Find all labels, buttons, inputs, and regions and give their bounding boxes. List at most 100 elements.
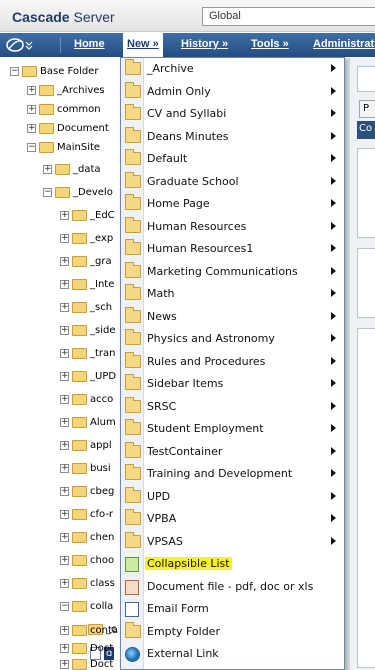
expand-icon[interactable]: + xyxy=(43,165,52,174)
tree-row[interactable]: + appl xyxy=(60,440,112,460)
menu-item-testcontainer[interactable]: TestContainer xyxy=(121,441,344,463)
collapse-icon[interactable]: − xyxy=(10,67,19,76)
expand-icon[interactable]: + xyxy=(60,257,69,266)
menu-item-collapsible-list[interactable]: Collapsible List xyxy=(121,553,344,575)
tree-row[interactable]: + _UPD xyxy=(60,371,116,391)
menu-item-human-resources1[interactable]: Human Resources1 xyxy=(121,238,344,260)
expand-icon[interactable]: + xyxy=(60,326,69,335)
expand-icon[interactable]: + xyxy=(60,280,69,289)
collapse-icon[interactable]: − xyxy=(60,602,69,611)
tree-row[interactable]: + cfo-r xyxy=(60,509,113,529)
nav-new[interactable]: New » xyxy=(123,33,163,57)
menu-item-empty-folder[interactable]: Empty Folder xyxy=(121,621,344,643)
tree-row[interactable]: + _exp xyxy=(60,233,113,253)
tree-row[interactable]: − MainSite xyxy=(27,142,100,162)
expand-icon[interactable]: + xyxy=(60,533,69,542)
menu-item-marketing-communications[interactable]: Marketing Communications xyxy=(121,261,344,283)
menu-item-home-page[interactable]: Home Page xyxy=(121,193,344,215)
menu-item-human-resources[interactable]: Human Resources xyxy=(121,216,344,238)
expand-icon[interactable]: + xyxy=(60,556,69,565)
tree-row[interactable]: − colla xyxy=(60,601,113,621)
menu-item-default[interactable]: Default xyxy=(121,148,344,170)
expand-icon[interactable]: + xyxy=(60,234,69,243)
tree-row[interactable]: + busi xyxy=(60,463,111,483)
expand-icon[interactable]: + xyxy=(60,487,69,496)
menu-item-document-file[interactable]: Document file - pdf, doc or xls xyxy=(121,576,344,598)
tree-label: choo xyxy=(90,555,115,566)
menu-item-rules-and-procedures[interactable]: Rules and Procedures xyxy=(121,351,344,373)
tree-row-base-folder[interactable]: − Base Folder xyxy=(10,66,98,86)
tree-row[interactable]: + class xyxy=(60,578,115,598)
folder-icon xyxy=(72,302,87,313)
expand-icon[interactable]: + xyxy=(60,464,69,473)
menu-item-upd[interactable]: UPD xyxy=(121,486,344,508)
menu-item-physics-and-astronomy[interactable]: Physics and Astronomy xyxy=(121,328,344,350)
menu-item-cv-and-syllabi[interactable]: CV and Syllabi xyxy=(121,103,344,125)
site-selector[interactable]: Global xyxy=(202,7,375,26)
expand-icon[interactable]: + xyxy=(60,303,69,312)
expand-icon[interactable]: + xyxy=(60,418,69,427)
menu-item-label: _Archive xyxy=(147,62,194,75)
menu-item-email-form[interactable]: Email Form xyxy=(121,598,344,620)
tree-row[interactable]: + _data xyxy=(43,164,101,184)
menu-item-sidebar-items[interactable]: Sidebar Items xyxy=(121,373,344,395)
menu-item-vpba[interactable]: VPBA xyxy=(121,508,344,530)
menu-item-deans-minutes[interactable]: Deans Minutes xyxy=(121,126,344,148)
expand-icon[interactable]: + xyxy=(60,441,69,450)
tree-row[interactable]: + _Archives xyxy=(27,85,105,105)
tree-row[interactable]: + _tran xyxy=(60,348,116,368)
expand-icon[interactable]: + xyxy=(60,579,69,588)
expand-icon[interactable]: + xyxy=(60,660,69,669)
menu-item-srsc[interactable]: SRSC xyxy=(121,396,344,418)
expand-icon[interactable]: + xyxy=(60,372,69,381)
menu-item-student-employment[interactable]: Student Employment xyxy=(121,418,344,440)
tree-row[interactable]: + _EdC xyxy=(60,210,115,230)
expand-icon[interactable]: + xyxy=(60,349,69,358)
tree-row[interactable]: + cbeg xyxy=(60,486,114,506)
tree-row[interactable]: + _side xyxy=(60,325,116,345)
menu-item-external-link[interactable]: External Link xyxy=(121,643,344,665)
tab-p[interactable]: P xyxy=(359,100,375,118)
tree-row[interactable]: + choo xyxy=(60,555,114,575)
tree-row[interactable]: + Doct xyxy=(60,659,113,670)
nav-home[interactable]: Home xyxy=(74,38,105,50)
tree-row[interactable]: + _gra xyxy=(60,256,112,276)
nav-administration[interactable]: Administrati xyxy=(313,38,375,50)
menu-item-training-and-development[interactable]: Training and Development xyxy=(121,463,344,485)
cascade-swirl-icon[interactable] xyxy=(5,36,35,54)
menu-item-vpsas[interactable]: VPSAS xyxy=(121,531,344,553)
menu-item-math[interactable]: Math xyxy=(121,283,344,305)
expand-icon[interactable]: + xyxy=(27,124,36,133)
menu-item-label: Marketing Communications xyxy=(147,264,298,278)
menu-item-label: Human Resources1 xyxy=(147,242,254,255)
expand-icon[interactable]: + xyxy=(27,86,36,95)
folder-icon xyxy=(72,625,87,636)
tree-row[interactable]: + acco xyxy=(60,394,113,414)
expand-icon[interactable]: + xyxy=(60,395,69,404)
tree-row[interactable]: + Document xyxy=(27,123,109,143)
tree-row[interactable]: + Alum xyxy=(60,417,116,437)
expand-icon[interactable]: + xyxy=(27,105,36,114)
expand-icon[interactable]: + xyxy=(60,211,69,220)
tree-row[interactable]: + chen xyxy=(60,532,114,552)
expand-icon[interactable]: + xyxy=(60,626,69,635)
menu-item-news[interactable]: News xyxy=(121,306,344,328)
tree-row[interactable]: − _Develo xyxy=(43,187,113,207)
menu-item-archive[interactable]: _Archive xyxy=(121,58,344,80)
folder-icon xyxy=(72,555,87,566)
app-logo[interactable]: Cascade Server xyxy=(12,9,115,25)
collapse-icon[interactable]: − xyxy=(27,143,36,152)
submenu-arrow-icon xyxy=(331,109,336,117)
tree-row[interactable]: + _sch xyxy=(60,302,112,322)
tree-row[interactable]: + conta xyxy=(60,625,118,645)
expand-icon[interactable]: + xyxy=(60,510,69,519)
nav-history[interactable]: History » xyxy=(181,38,228,50)
menu-item-graduate-school[interactable]: Graduate School xyxy=(121,171,344,193)
expand-icon[interactable]: + xyxy=(60,644,69,653)
tree-row[interactable]: + _Inte xyxy=(60,279,114,299)
nav-tools[interactable]: Tools » xyxy=(251,38,289,50)
content-panel xyxy=(357,328,375,668)
tree-row[interactable]: + common xyxy=(27,104,101,124)
collapse-icon[interactable]: − xyxy=(43,188,52,197)
menu-item-admin-only[interactable]: Admin Only xyxy=(121,81,344,103)
